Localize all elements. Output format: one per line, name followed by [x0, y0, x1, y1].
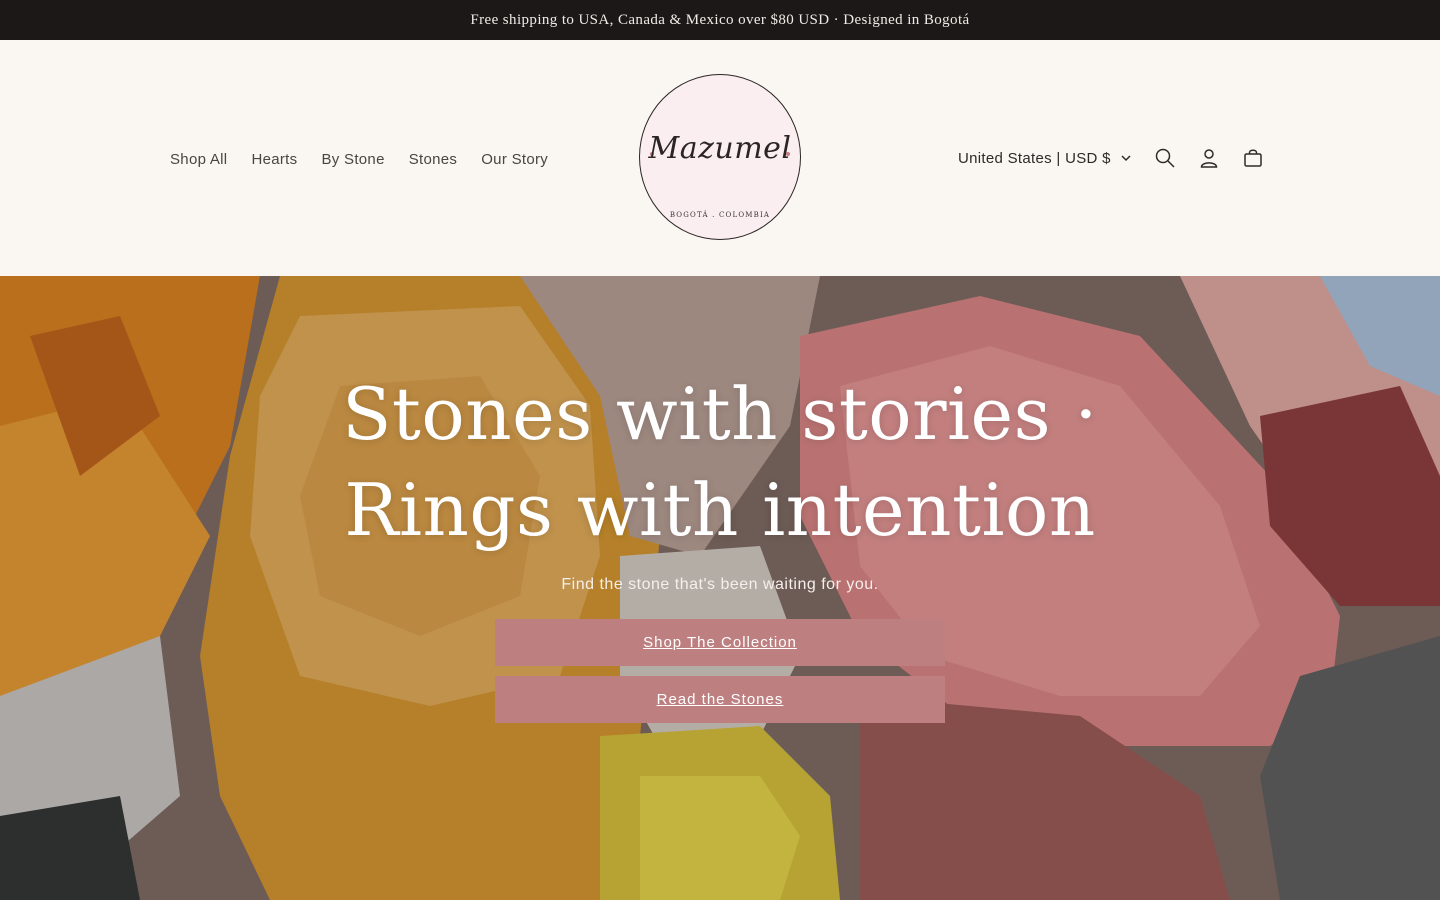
- account-button[interactable]: [1187, 136, 1231, 180]
- nav-item-stones[interactable]: Stones: [397, 147, 470, 172]
- announcement-bar: Free shipping to USA, Canada & Mexico ov…: [0, 0, 1440, 40]
- shop-collection-button[interactable]: Shop The Collection: [495, 619, 945, 666]
- site-header: Shop All Hearts By Stone Stones Our Stor…: [0, 40, 1440, 276]
- logo-subtitle: BOGOTÁ . COLOMBIA: [669, 211, 771, 219]
- site-logo[interactable]: Mazumel BOGOTÁ . COLOMBIA: [638, 73, 802, 243]
- logo-dot-right: [786, 152, 790, 156]
- read-stones-button[interactable]: Read the Stones: [495, 676, 945, 723]
- nav-item-hearts[interactable]: Hearts: [239, 147, 309, 172]
- header-actions: United States | USD $: [946, 140, 1275, 176]
- chevron-down-icon: [1121, 154, 1131, 161]
- account-icon: [1200, 149, 1218, 168]
- country-selector[interactable]: United States | USD $: [946, 140, 1143, 176]
- main-nav: Shop All Hearts By Stone Stones Our Stor…: [158, 147, 560, 172]
- search-button[interactable]: [1143, 136, 1187, 180]
- logo-wordmark: Mazumel: [648, 131, 792, 166]
- hero-banner: Stones with stories · Rings with intenti…: [0, 276, 1440, 900]
- nav-item-shop-all[interactable]: Shop All: [158, 147, 239, 172]
- hero-title-line-1: Stones with stories ·: [342, 372, 1098, 456]
- cart-button[interactable]: [1231, 136, 1275, 180]
- hero-content: Stones with stories · Rings with intenti…: [0, 366, 1440, 723]
- nav-item-our-story[interactable]: Our Story: [469, 147, 560, 172]
- hero-subtitle: Find the stone that's been waiting for y…: [561, 576, 879, 593]
- nav-item-by-stone[interactable]: By Stone: [309, 147, 396, 172]
- cart-icon: [1244, 149, 1262, 167]
- hero-title: Stones with stories · Rings with intenti…: [0, 366, 1440, 558]
- country-label: United States | USD $: [958, 149, 1111, 167]
- announcement-text: Free shipping to USA, Canada & Mexico ov…: [470, 11, 970, 28]
- search-icon: [1155, 148, 1175, 168]
- hero-title-line-2: Rings with intention: [344, 468, 1096, 552]
